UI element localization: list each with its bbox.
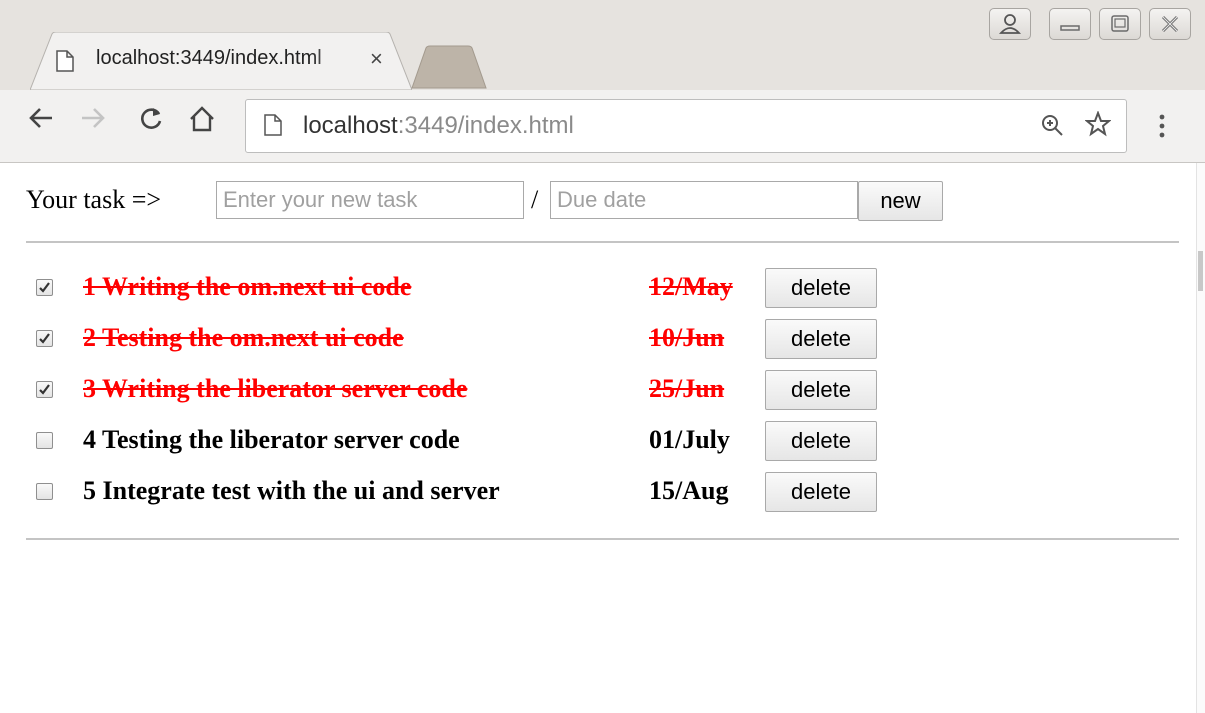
task-text: 2 Testing the om.next ui code [83,323,404,352]
task-input[interactable] [216,181,524,219]
url-host: localhost [303,112,398,139]
task-checkbox[interactable] [36,381,53,398]
task-checkbox[interactable] [36,483,53,500]
profile-icon [998,14,1022,34]
task-checkbox[interactable] [36,279,53,296]
close-window-button[interactable] [1149,8,1191,40]
maximize-button[interactable] [1099,8,1141,40]
page-icon [56,50,74,77]
delete-button[interactable]: delete [765,421,877,461]
divider-top [26,241,1179,243]
divider-bottom [26,538,1179,540]
scrollbar-thumb[interactable] [1198,251,1203,291]
task-due-date: 01/July [649,425,730,454]
menu-icon[interactable] [1158,113,1166,144]
task-checkbox[interactable] [36,432,53,449]
task-text: 4 Testing the liberator server code [83,425,460,454]
delete-button[interactable]: delete [765,472,877,512]
url-path: :3449/index.html [397,112,574,139]
task-row: 5 Integrate test with the ui and server … [36,472,896,518]
home-icon[interactable] [188,106,216,137]
task-due-date: 15/Aug [649,476,729,505]
bookmark-star-icon[interactable] [1084,110,1112,142]
task-text: 5 Integrate test with the ui and server [83,476,500,505]
new-task-button[interactable]: new [858,181,943,221]
task-due-date: 25/Jun [649,374,725,403]
task-checkbox[interactable] [36,330,53,347]
task-row: 2 Testing the om.next ui code 10/Jun del… [36,319,896,365]
task-due-date: 12/May [649,272,733,301]
checkmark-icon [39,282,50,293]
reload-icon[interactable] [138,106,164,137]
task-text: 1 Writing the om.next ui code [83,272,412,301]
back-icon[interactable] [28,106,54,135]
checkmark-icon [39,333,50,344]
task-form-label: Your task => [26,185,162,214]
maximize-icon [1111,15,1129,32]
task-text: 3 Writing the liberator server code [83,374,468,403]
minimize-icon [1060,25,1080,31]
scrollbar[interactable] [1196,163,1205,713]
task-row: 1 Writing the om.next ui code 12/May del… [36,268,896,314]
profile-button[interactable] [989,8,1031,40]
new-tab-button[interactable] [410,44,488,95]
minimize-button[interactable] [1049,8,1091,40]
close-icon [1161,15,1179,33]
checkmark-icon [39,384,50,395]
task-row: 4 Testing the liberator server code 01/J… [36,421,896,467]
task-due-date: 10/Jun [649,323,725,352]
due-date-input[interactable] [550,181,858,219]
delete-button[interactable]: delete [765,268,877,308]
url-text: localhost:3449/index.html [303,112,574,140]
forward-icon[interactable] [80,106,106,135]
form-separator: / [531,185,539,214]
task-row: 3 Writing the liberator server code 25/J… [36,370,896,416]
zoom-icon[interactable] [1040,113,1064,142]
delete-button[interactable]: delete [765,370,877,410]
page-info-icon[interactable] [264,114,282,141]
tab-title: localhost:3449/index.html [96,47,322,69]
tab-close-icon[interactable]: × [370,47,383,71]
delete-button[interactable]: delete [765,319,877,359]
